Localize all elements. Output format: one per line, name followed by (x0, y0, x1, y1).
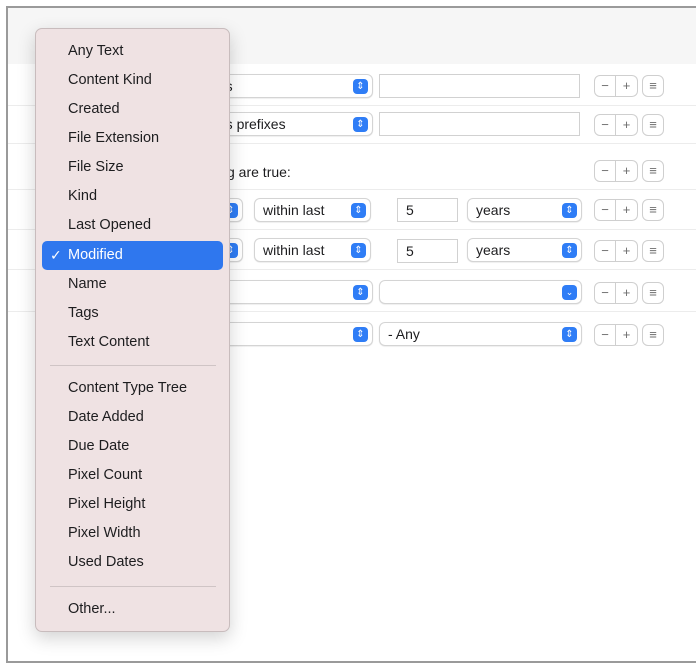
add-rule-button[interactable]: + (616, 160, 638, 182)
updown-chevron-icon: ⇕ (562, 203, 577, 218)
operator-popup[interactable]: within last ⇕ (254, 198, 371, 222)
menu-item-pixel-width[interactable]: Pixel Width (42, 519, 223, 548)
add-rule-button[interactable]: + (616, 282, 638, 304)
updown-chevron-icon: ⇕ (353, 285, 368, 300)
menu-item-pixel-height[interactable]: Pixel Height (42, 490, 223, 519)
rule-options-button[interactable]: ≡ (642, 199, 664, 221)
rule-options-button[interactable]: ≡ (642, 75, 664, 97)
amount-field[interactable]: 5 (397, 198, 458, 222)
unit-popup[interactable]: years ⇕ (467, 198, 582, 222)
attribute-dropdown-menu: Any Text Content Kind Created File Exten… (35, 28, 230, 632)
updown-chevron-icon: ⇕ (351, 203, 366, 218)
updown-chevron-icon: ⇕ (562, 327, 577, 342)
menu-divider (50, 586, 216, 587)
remove-rule-button[interactable]: − (594, 160, 616, 182)
updown-chevron-icon: ⇕ (353, 79, 368, 94)
menu-item-date-added[interactable]: Date Added (42, 403, 223, 432)
menu-item-content-type-tree[interactable]: Content Type Tree (42, 374, 223, 403)
menu-item-due-date[interactable]: Due Date (42, 432, 223, 461)
updown-chevron-icon: ⇕ (351, 243, 366, 258)
add-rule-button[interactable]: + (616, 240, 638, 262)
updown-chevron-icon: ⇕ (353, 117, 368, 132)
add-rule-button[interactable]: + (616, 75, 638, 97)
remove-rule-button[interactable]: − (594, 114, 616, 136)
operator-popup[interactable]: within last ⇕ (254, 238, 371, 262)
menu-item-text-content[interactable]: Text Content (42, 328, 223, 357)
rule-options-button[interactable]: ≡ (642, 324, 664, 346)
unit-label: years (476, 202, 511, 218)
menu-item-file-size[interactable]: File Size (42, 153, 223, 182)
menu-item-file-extension[interactable]: File Extension (42, 124, 223, 153)
rule-options-button[interactable]: ≡ (642, 282, 664, 304)
menu-item-label: Modified (68, 247, 123, 263)
value-field[interactable] (379, 112, 580, 136)
menu-item-modified[interactable]: ✓ Modified (42, 241, 223, 270)
add-rule-button[interactable]: + (616, 324, 638, 346)
menu-divider (50, 365, 216, 366)
add-rule-button[interactable]: + (616, 114, 638, 136)
menu-item-any-text[interactable]: Any Text (42, 37, 223, 66)
remove-rule-button[interactable]: − (594, 240, 616, 262)
amount-field[interactable]: 5 (397, 239, 458, 263)
operator-label: within last (263, 202, 325, 218)
menu-item-last-opened[interactable]: Last Opened (42, 211, 223, 240)
menu-item-used-dates[interactable]: Used Dates (42, 548, 223, 577)
menu-item-name[interactable]: Name (42, 270, 223, 299)
menu-item-tags[interactable]: Tags (42, 299, 223, 328)
updown-chevron-icon: ⇕ (353, 327, 368, 342)
remove-rule-button[interactable]: − (594, 75, 616, 97)
rule-options-button[interactable]: ≡ (642, 240, 664, 262)
value-field[interactable] (379, 74, 580, 98)
remove-rule-button[interactable]: − (594, 324, 616, 346)
checkmark-icon: ✓ (50, 247, 62, 263)
remove-rule-button[interactable]: − (594, 282, 616, 304)
value-popup[interactable]: - Any ⇕ (379, 322, 582, 346)
unit-label: years (476, 242, 511, 258)
menu-item-pixel-count[interactable]: Pixel Count (42, 461, 223, 490)
value-popup[interactable]: ⌄ (379, 280, 582, 304)
menu-item-other[interactable]: Other... (42, 595, 223, 624)
unit-popup[interactable]: years ⇕ (467, 238, 582, 262)
add-rule-button[interactable]: + (616, 199, 638, 221)
updown-chevron-icon: ⇕ (562, 243, 577, 258)
rule-options-button[interactable]: ≡ (642, 160, 664, 182)
menu-item-content-kind[interactable]: Content Kind (42, 66, 223, 95)
menu-item-kind[interactable]: Kind (42, 182, 223, 211)
menu-item-created[interactable]: Created (42, 95, 223, 124)
value-label: - Any (388, 326, 420, 342)
chevron-down-icon: ⌄ (562, 285, 577, 300)
operator-label: within last (263, 242, 325, 258)
rule-options-button[interactable]: ≡ (642, 114, 664, 136)
remove-rule-button[interactable]: − (594, 199, 616, 221)
